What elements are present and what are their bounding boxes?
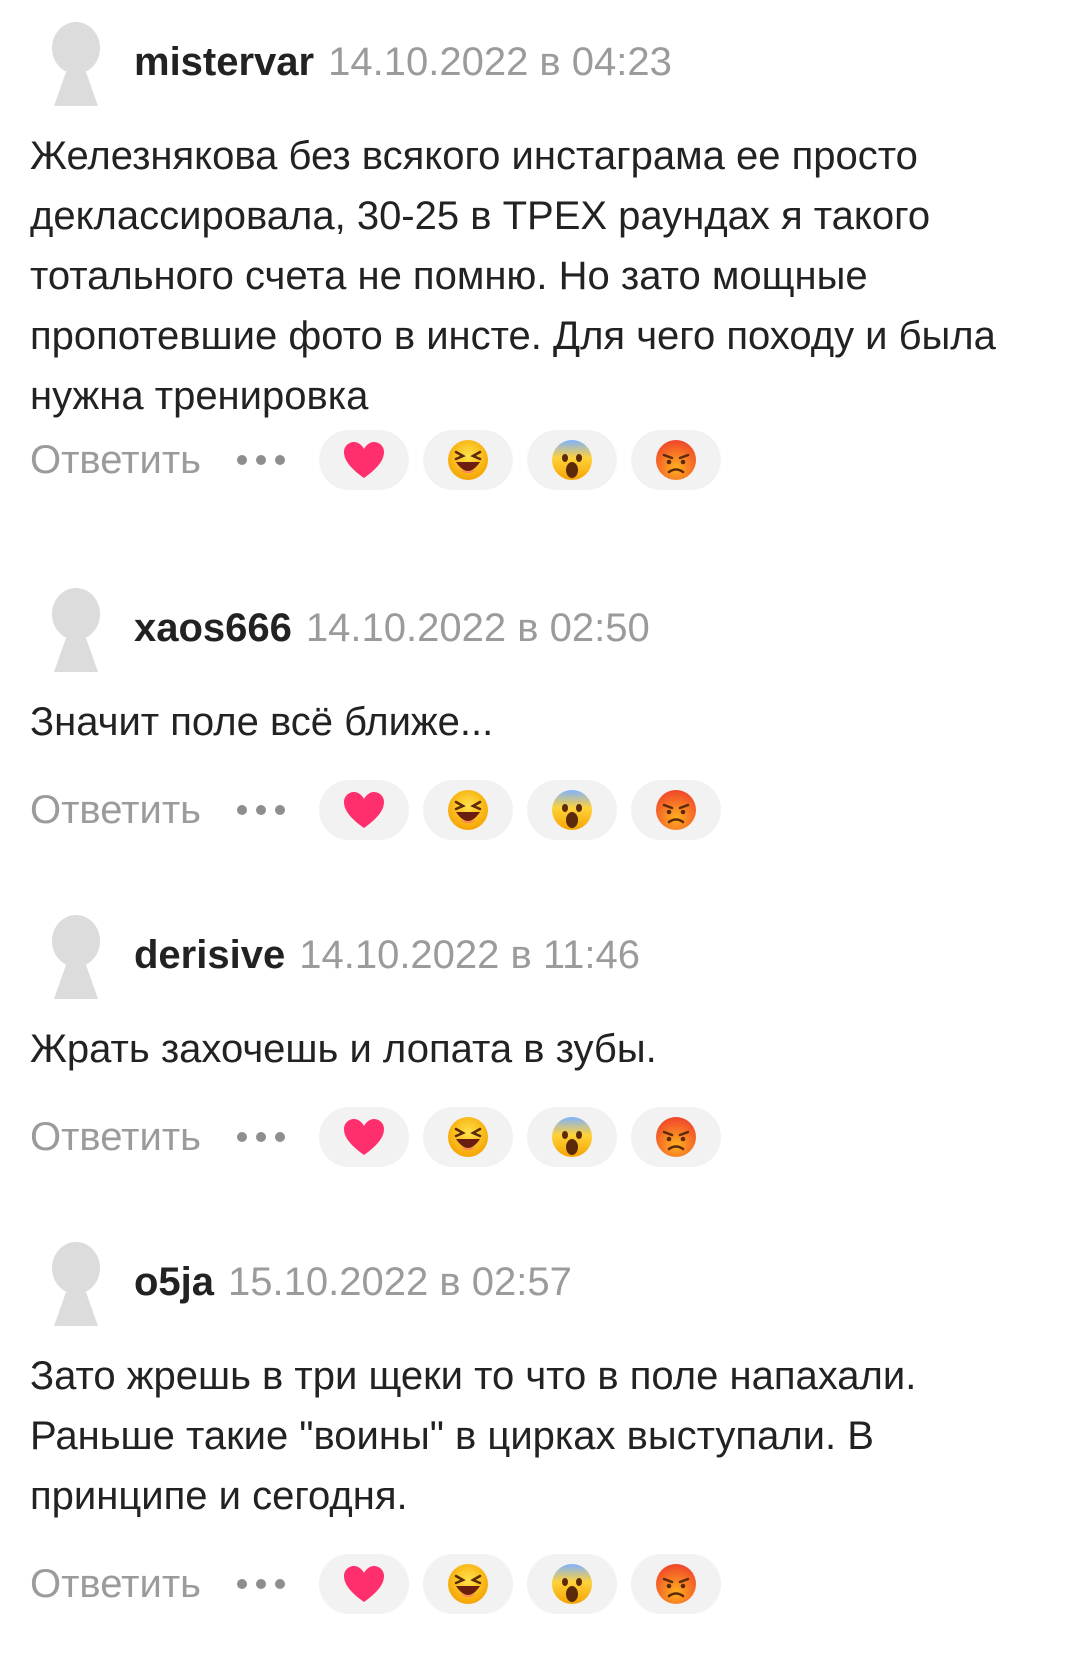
- laughing-face-icon: [447, 1564, 488, 1604]
- reactions-bar: [318, 780, 735, 840]
- laughing-face-icon: [447, 790, 488, 830]
- reaction-angry-button[interactable]: [630, 1107, 721, 1167]
- scared-face-icon: [551, 1117, 592, 1157]
- comment-header: mistervar 14.10.2022 в 04:23: [134, 38, 672, 86]
- reaction-laugh-button[interactable]: [422, 1554, 513, 1614]
- avatar-placeholder-icon: [52, 1242, 100, 1326]
- reactions-bar: [318, 430, 735, 490]
- comment-actions: Ответить: [30, 780, 735, 840]
- comment-text: Значит поле всё ближе...: [30, 700, 494, 744]
- comment-date: 15.10.2022 в 02:57: [228, 1260, 572, 1304]
- three-dots-icon[interactable]: [236, 790, 285, 830]
- reaction-laugh-button[interactable]: [422, 780, 513, 840]
- reaction-scared-button[interactable]: [526, 430, 617, 490]
- avatar-placeholder-icon: [52, 22, 100, 106]
- reactions-bar: [318, 1554, 735, 1614]
- heart-icon: [343, 1119, 384, 1155]
- angry-face-icon: [655, 1564, 696, 1604]
- comment-actions: Ответить: [30, 1107, 735, 1167]
- reaction-angry-button[interactable]: [630, 430, 721, 490]
- reply-button[interactable]: Ответить: [30, 1115, 201, 1160]
- comment-item: xaos666 14.10.2022 в 02:50 Значит поле вс…: [0, 588, 1080, 848]
- reply-button[interactable]: Ответить: [30, 1562, 201, 1607]
- comment-author[interactable]: o5ja: [134, 1260, 214, 1304]
- avatar[interactable]: [48, 22, 104, 106]
- reply-button[interactable]: Ответить: [30, 438, 201, 483]
- angry-face-icon: [655, 1117, 696, 1157]
- reaction-laugh-button[interactable]: [422, 430, 513, 490]
- comment-text: Зато жрешь в три щеки то что в поле напа…: [30, 1354, 917, 1518]
- angry-face-icon: [655, 790, 696, 830]
- comment-actions: Ответить: [30, 430, 735, 490]
- reaction-angry-button[interactable]: [630, 780, 721, 840]
- comment-author[interactable]: xaos666: [134, 606, 292, 650]
- avatar-placeholder-icon: [52, 915, 100, 999]
- heart-icon: [343, 1566, 384, 1602]
- laughing-face-icon: [447, 1117, 488, 1157]
- comment-date: 14.10.2022 в 02:50: [305, 606, 650, 650]
- reactions-bar: [318, 1107, 735, 1167]
- reaction-scared-button[interactable]: [526, 1107, 617, 1167]
- three-dots-icon[interactable]: [236, 440, 285, 480]
- laughing-face-icon: [447, 440, 488, 480]
- avatar[interactable]: [48, 588, 104, 672]
- comment-author[interactable]: mistervar: [134, 40, 314, 84]
- reaction-heart-button[interactable]: [318, 1554, 409, 1614]
- scared-face-icon: [551, 790, 592, 830]
- scared-face-icon: [551, 440, 592, 480]
- comment-item: mistervar 14.10.2022 в 04:23 Железнякова …: [0, 22, 1080, 512]
- reaction-scared-button[interactable]: [526, 1554, 617, 1614]
- comment-actions: Ответить: [30, 1554, 735, 1614]
- reaction-heart-button[interactable]: [318, 780, 409, 840]
- heart-icon: [343, 792, 384, 828]
- comment-text: Жрать захочешь и лопата в зубы.: [30, 1027, 657, 1071]
- three-dots-icon[interactable]: [236, 1564, 285, 1604]
- reaction-heart-button[interactable]: [318, 430, 409, 490]
- comment-header: xaos666 14.10.2022 в 02:50: [134, 604, 650, 652]
- reaction-laugh-button[interactable]: [422, 1107, 513, 1167]
- comment-author[interactable]: derisive: [134, 933, 285, 977]
- avatar-placeholder-icon: [52, 588, 100, 672]
- comment-text: Железнякова без всякого инстаграма ее пр…: [30, 134, 996, 418]
- heart-icon: [343, 442, 384, 478]
- reply-button[interactable]: Ответить: [30, 788, 201, 833]
- comment-date: 14.10.2022 в 04:23: [328, 40, 672, 84]
- three-dots-icon[interactable]: [236, 1117, 285, 1157]
- avatar[interactable]: [48, 1242, 104, 1326]
- avatar[interactable]: [48, 915, 104, 999]
- comment-date: 14.10.2022 в 11:46: [299, 933, 641, 977]
- reaction-heart-button[interactable]: [318, 1107, 409, 1167]
- comment-header: o5ja 15.10.2022 в 02:57: [134, 1258, 572, 1306]
- reaction-angry-button[interactable]: [630, 1554, 721, 1614]
- scared-face-icon: [551, 1564, 592, 1604]
- reaction-scared-button[interactable]: [526, 780, 617, 840]
- comment-header: derisive 14.10.2022 в 11:46: [134, 931, 640, 979]
- angry-face-icon: [655, 440, 696, 480]
- comment-item: o5ja 15.10.2022 в 02:57 Зато жрешь в три …: [0, 1242, 1080, 1642]
- comment-item: derisive 14.10.2022 в 11:46 Жрать захочеш…: [0, 915, 1080, 1175]
